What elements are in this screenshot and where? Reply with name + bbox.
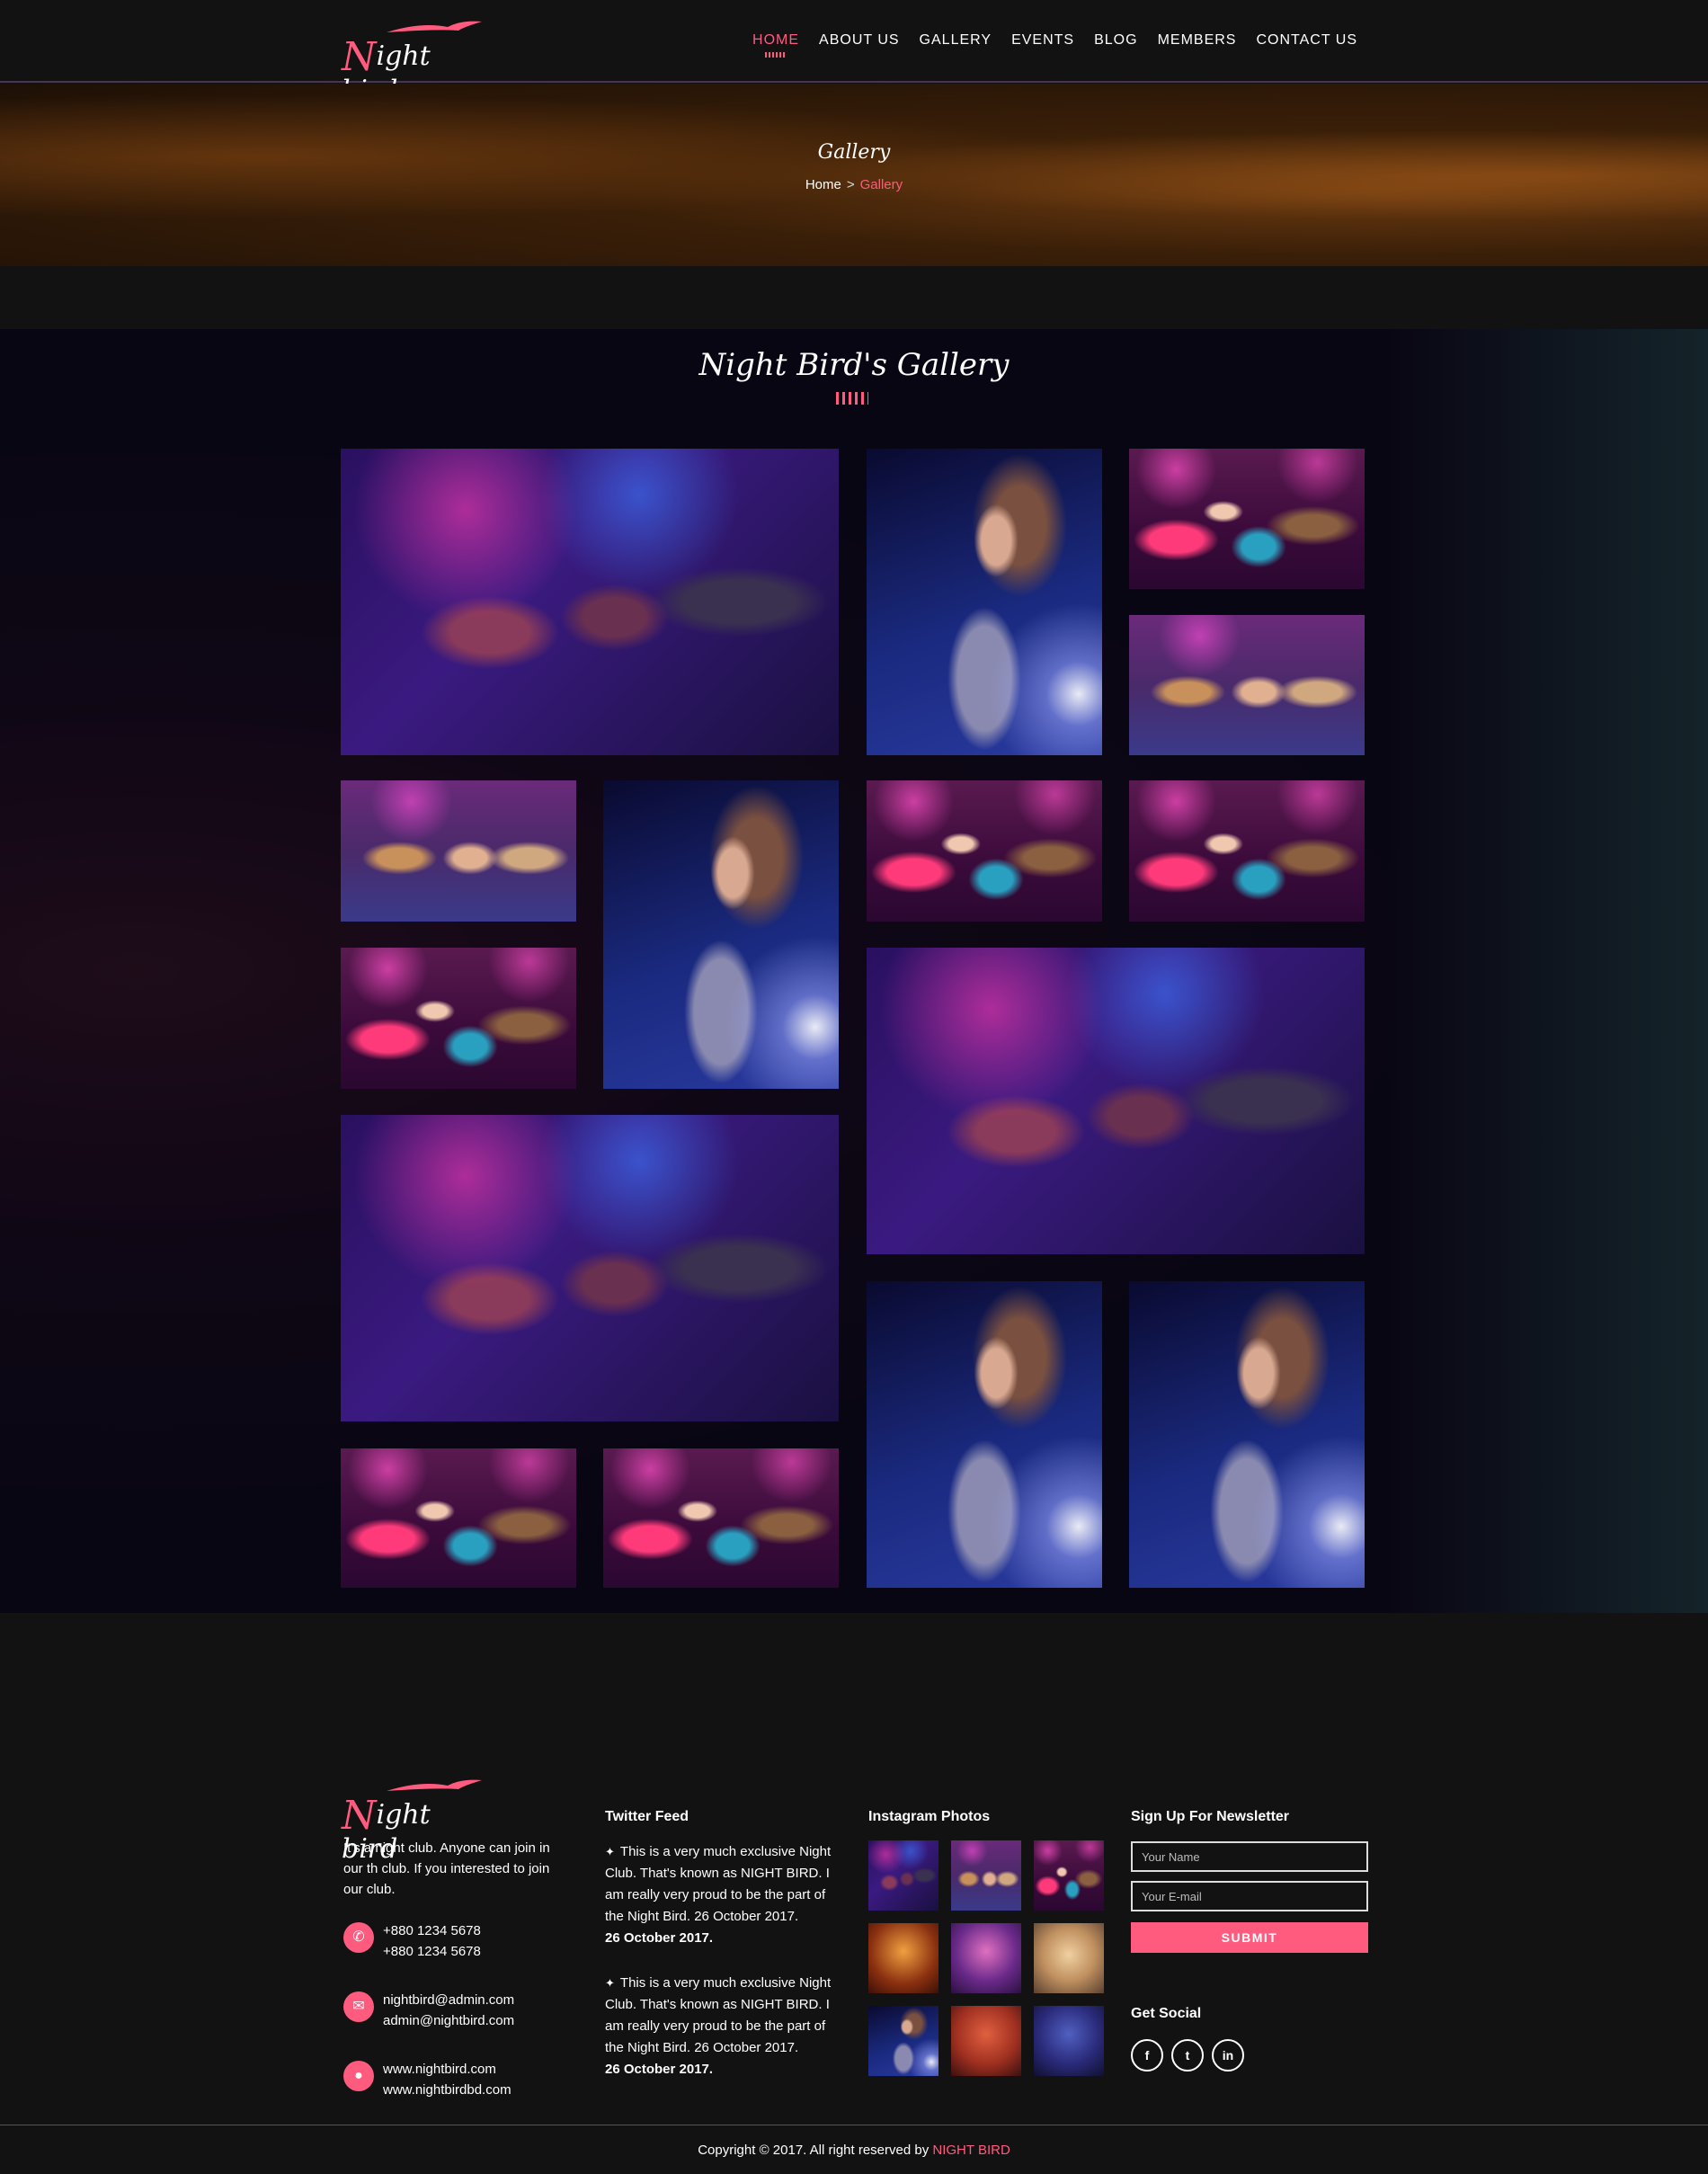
gallery-image[interactable]	[603, 780, 839, 1089]
email-2[interactable]: admin@nightbird.com	[383, 2010, 514, 2031]
title-divider-icon	[836, 392, 868, 405]
main-nav: HOME ABOUT US GALLERY EVENTS BLOG MEMBER…	[752, 32, 1357, 58]
newsletter-email-input[interactable]	[1131, 1881, 1368, 1911]
gallery-section: Night Bird's Gallery	[0, 329, 1708, 1613]
gallery-image[interactable]	[1129, 1281, 1365, 1588]
copyright: Copyright © 2017. All right reserved by …	[0, 2143, 1708, 2158]
page-banner: Gallery Home > Gallery	[0, 84, 1708, 266]
gallery-title: Night Bird's Gallery	[698, 347, 1010, 383]
linkedin-icon[interactable]: in	[1212, 2039, 1244, 2072]
envelope-icon: ✉	[343, 1991, 374, 2022]
copyright-brand[interactable]: NIGHT BIRD	[932, 2143, 1010, 2158]
logo-initial: N	[342, 34, 377, 80]
instagram-photo[interactable]	[868, 2006, 939, 2076]
footer-about: It's a night club. Anyone can join in ou…	[343, 1840, 550, 1897]
twitter-icon[interactable]: t	[1171, 2039, 1204, 2072]
gallery-image[interactable]	[867, 1281, 1102, 1588]
gallery-image[interactable]	[1129, 615, 1365, 755]
breadcrumb: Home > Gallery	[0, 177, 1708, 192]
tweet-item: ✦ This is a very much exclusive Night Clu…	[605, 1973, 841, 2080]
instagram-photo[interactable]	[1034, 1923, 1104, 1993]
phone-1: +880 1234 5678	[383, 1923, 481, 1938]
submit-button[interactable]: SUBMIT	[1131, 1922, 1368, 1953]
tweet-text: This is a very much exclusive Night Club…	[605, 1844, 832, 1924]
gallery-image[interactable]	[341, 1115, 839, 1421]
instagram-photo[interactable]	[868, 1840, 939, 1911]
nav-blog[interactable]: BLOG	[1094, 32, 1137, 49]
instagram-photo[interactable]	[868, 1923, 939, 1993]
tweet-text: This is a very much exclusive Night Club…	[605, 1975, 832, 2055]
globe-icon: ●	[343, 2061, 374, 2091]
gallery-image[interactable]	[341, 1448, 576, 1588]
facebook-icon[interactable]: f	[1131, 2039, 1163, 2072]
nav-home[interactable]: HOME	[752, 32, 799, 58]
breadcrumb-home[interactable]: Home	[805, 177, 841, 192]
tweet-date: 26 October 2017.	[605, 2062, 714, 2077]
instagram-photo[interactable]	[951, 1923, 1021, 1993]
twitter-icon: ✦	[605, 1976, 615, 1990]
email-1[interactable]: nightbird@admin.com	[383, 1990, 514, 2010]
breadcrumb-current: Gallery	[859, 177, 903, 192]
twitter-feed-title: Twitter Feed	[605, 1809, 689, 1824]
instagram-grid	[868, 1840, 1104, 2076]
nav-contact[interactable]: CONTACT US	[1256, 32, 1357, 49]
copyright-text: Copyright © 2017. All right reserved by	[698, 2143, 930, 2158]
gallery-image[interactable]	[341, 449, 839, 755]
gallery-image[interactable]	[867, 449, 1102, 755]
site-logo[interactable]: Night bird	[342, 16, 485, 106]
gallery-image[interactable]	[341, 948, 576, 1089]
tweet-date: 26 October 2017.	[605, 1930, 714, 1946]
nav-gallery[interactable]: GALLERY	[920, 32, 992, 49]
gallery-image[interactable]	[867, 780, 1102, 922]
site-header: Night bird HOME ABOUT US GALLERY EVENTS …	[0, 0, 1708, 106]
gallery-image[interactable]	[1129, 449, 1365, 589]
breadcrumb-separator: >	[846, 177, 855, 192]
instagram-photo[interactable]	[1034, 1840, 1104, 1911]
nav-about[interactable]: ABOUT US	[819, 32, 900, 49]
footer-logo[interactable]: Night bird	[342, 1775, 485, 1865]
instagram-photo[interactable]	[951, 2006, 1021, 2076]
social-title: Get Social	[1131, 2006, 1202, 2021]
website-2[interactable]: www.nightbirdbd.com	[383, 2080, 512, 2100]
nav-members[interactable]: MEMBERS	[1158, 32, 1237, 49]
gallery-image[interactable]	[603, 1448, 839, 1588]
tweet-item: ✦ This is a very much exclusive Night Clu…	[605, 1841, 841, 1949]
twitter-icon: ✦	[605, 1845, 615, 1858]
social-links: f t in	[1131, 2039, 1244, 2072]
gallery-image[interactable]	[867, 948, 1365, 1254]
website-1[interactable]: www.nightbird.com	[383, 2059, 512, 2080]
newsletter-name-input[interactable]	[1131, 1841, 1368, 1872]
instagram-photo[interactable]	[1034, 2006, 1104, 2076]
gallery-image[interactable]	[1129, 780, 1365, 922]
page-title: Gallery	[817, 141, 891, 164]
instagram-title: Instagram Photos	[868, 1809, 991, 1824]
site-footer: Night bird It's a night club. Anyone can…	[0, 1613, 1708, 2174]
phone-2: +880 1234 5678	[383, 1944, 481, 1959]
nav-events[interactable]: EVENTS	[1011, 32, 1074, 49]
newsletter-title: Sign Up For Newsletter	[1131, 1809, 1290, 1824]
logo-initial: N	[342, 1793, 377, 1839]
phone-icon: ✆	[343, 1922, 374, 1953]
gallery-image[interactable]	[341, 780, 576, 922]
instagram-photo[interactable]	[951, 1840, 1021, 1911]
